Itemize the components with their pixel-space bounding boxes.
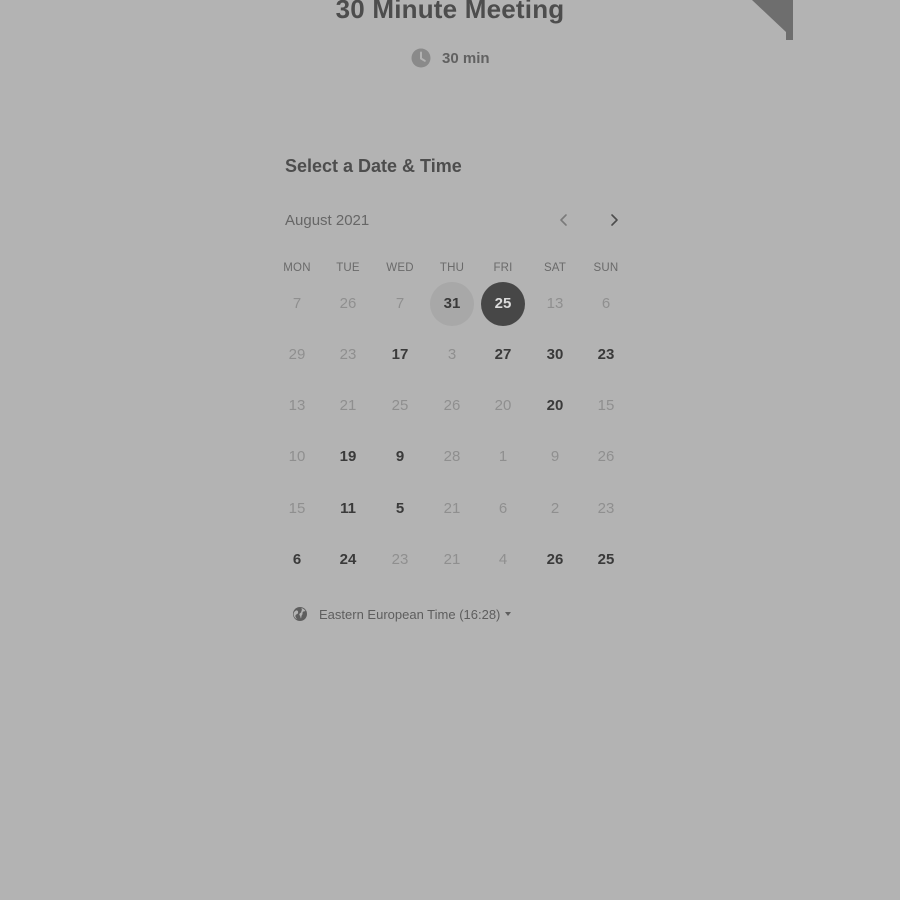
available-date-button[interactable]: 17 xyxy=(378,333,422,377)
unavailable-date: 21 xyxy=(443,551,461,568)
available-date-button[interactable]: 24 xyxy=(326,538,370,582)
unavailable-date: 21 xyxy=(339,397,357,414)
unavailable-date: 28 xyxy=(443,448,461,465)
available-date-button[interactable]: 26 xyxy=(533,538,577,582)
unavailable-date: 15 xyxy=(597,397,615,414)
available-date-button[interactable]: 5 xyxy=(378,487,422,531)
weekday-label-mon: MON xyxy=(283,262,311,274)
event-title: 30 Minute Meeting xyxy=(335,0,565,24)
clock-icon xyxy=(411,48,431,68)
unavailable-date: 6 xyxy=(498,500,508,517)
weekday-label-thu: THU xyxy=(439,262,465,274)
available-date-button[interactable]: 9 xyxy=(378,435,422,479)
unavailable-date: 7 xyxy=(395,295,405,312)
unavailable-date: 9 xyxy=(550,448,560,465)
unavailable-date: 4 xyxy=(498,551,508,568)
timezone-selector[interactable]: Eastern European Time (16:28) xyxy=(292,604,512,624)
unavailable-date: 13 xyxy=(546,295,564,312)
available-date-button[interactable]: 6 xyxy=(275,538,319,582)
unavailable-date: 21 xyxy=(443,500,461,517)
weekday-label-sun: SUN xyxy=(593,262,619,274)
unavailable-date: 6 xyxy=(601,295,611,312)
available-date-button[interactable]: 20 xyxy=(533,384,577,428)
globe-icon xyxy=(293,607,307,621)
chevron-left-icon xyxy=(560,214,567,226)
weekday-label-tue: TUE xyxy=(336,262,360,274)
available-date-button[interactable]: 23 xyxy=(584,333,628,377)
available-date-button[interactable]: 30 xyxy=(533,333,577,377)
available-date-button[interactable]: 19 xyxy=(326,435,370,479)
weekday-label-sat: SAT xyxy=(543,262,567,274)
unavailable-date: 26 xyxy=(339,295,357,312)
event-duration: 30 min xyxy=(411,47,490,69)
unavailable-date: 13 xyxy=(288,397,306,414)
available-date-button[interactable]: 11 xyxy=(326,487,370,531)
unavailable-date: 23 xyxy=(391,551,409,568)
scheduling-page: 30 Minute Meeting 30 min Select a Date &… xyxy=(0,0,900,900)
unavailable-date: 26 xyxy=(597,448,615,465)
duration-label: 30 min xyxy=(442,49,490,67)
selected-date-button[interactable]: 25 xyxy=(481,282,525,326)
unavailable-date: 25 xyxy=(391,397,409,414)
unavailable-date: 3 xyxy=(447,346,457,363)
unavailable-date: 15 xyxy=(288,500,306,517)
available-date-button[interactable]: 27 xyxy=(481,333,525,377)
select-date-time-heading: Select a Date & Time xyxy=(285,156,462,176)
available-date-button[interactable]: 25 xyxy=(584,538,628,582)
timezone-label: Eastern European Time (16:28) xyxy=(319,606,501,622)
unavailable-date: 7 xyxy=(292,295,302,312)
unavailable-date: 20 xyxy=(494,397,512,414)
next-month-button[interactable] xyxy=(602,208,626,232)
chevron-right-icon xyxy=(611,214,618,226)
unavailable-date: 10 xyxy=(288,448,306,465)
caret-down-icon xyxy=(505,612,512,616)
unavailable-date: 29 xyxy=(288,346,306,363)
available-date-button[interactable]: 31 xyxy=(430,282,474,326)
unavailable-date: 26 xyxy=(443,397,461,414)
unavailable-date: 2 xyxy=(550,500,560,517)
unavailable-date: 23 xyxy=(339,346,357,363)
previous-month-button[interactable] xyxy=(552,208,576,232)
unavailable-date: 1 xyxy=(498,448,508,465)
current-month-label: August 2021 xyxy=(285,212,370,229)
unavailable-date: 23 xyxy=(597,500,615,517)
weekday-label-wed: WED xyxy=(386,262,414,274)
weekday-label-fri: FRI xyxy=(493,262,513,274)
